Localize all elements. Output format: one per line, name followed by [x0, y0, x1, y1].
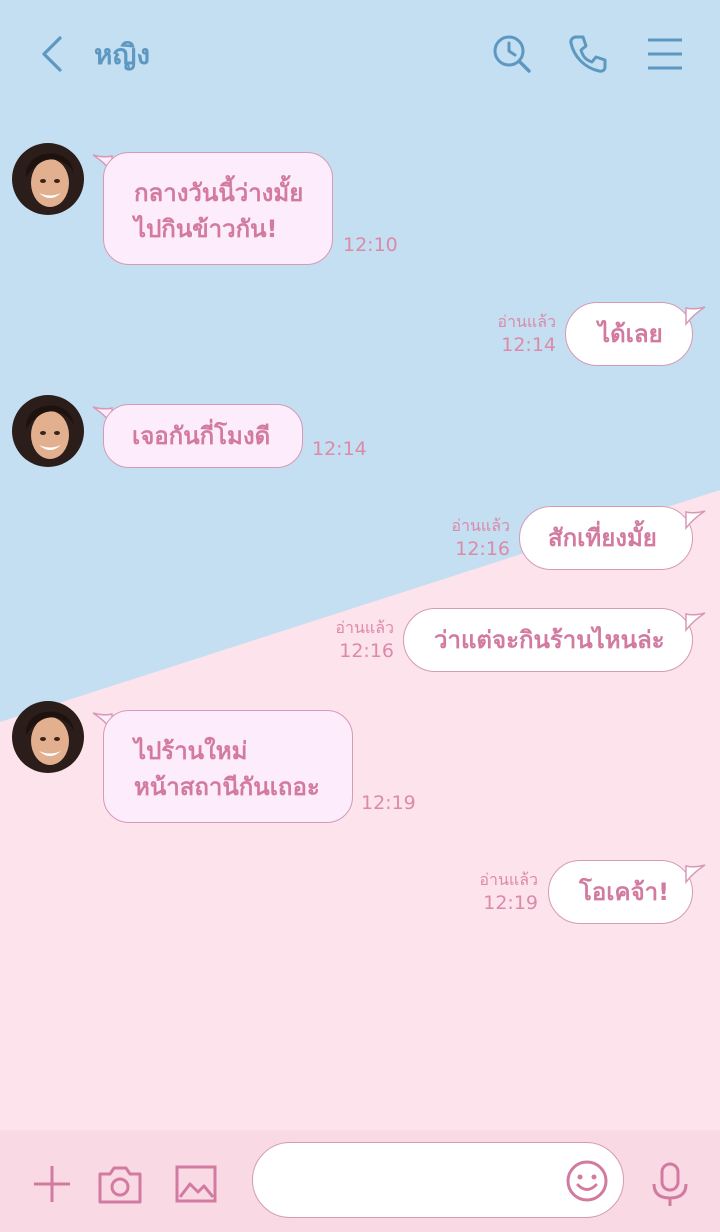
camera-icon[interactable]: [96, 1160, 144, 1208]
image-icon[interactable]: [172, 1160, 220, 1208]
menu-icon[interactable]: [642, 30, 690, 78]
message-text: กลางวันนี้ว่างมั้ย: [134, 179, 304, 207]
phone-icon[interactable]: [564, 30, 612, 78]
message-time: 12:19: [361, 792, 416, 814]
message-text: สักเที่ยงมั้ย: [548, 524, 657, 552]
message-input-field[interactable]: [277, 1161, 557, 1199]
chat-header: หญิง: [0, 0, 720, 108]
read-receipt: อ่านแล้ว: [451, 516, 510, 535]
message-input[interactable]: [252, 1142, 624, 1218]
emoji-icon[interactable]: [565, 1159, 609, 1203]
message-text: โอเคจ้า!: [579, 878, 670, 906]
read-receipt: อ่านแล้ว: [479, 870, 538, 889]
chat-title: หญิง: [94, 38, 150, 71]
read-receipt: อ่านแล้ว: [335, 618, 394, 637]
back-arrow-icon[interactable]: [30, 30, 74, 78]
message-bubble-outgoing[interactable]: สักเที่ยงมั้ย: [519, 506, 693, 570]
message-time: 12:14: [312, 438, 367, 460]
message-time: 12:16: [339, 640, 394, 662]
search-history-icon[interactable]: [488, 30, 536, 78]
message-time: 12:19: [483, 892, 538, 914]
avatar[interactable]: [12, 701, 84, 773]
message-time: 12:14: [501, 334, 556, 356]
microphone-icon[interactable]: [646, 1160, 694, 1208]
message-status: อ่านแล้ว 12:16: [424, 516, 510, 562]
bubble-tail: [685, 612, 706, 632]
message-text: ไปร้านใหม่: [134, 737, 248, 765]
message-bubble-incoming[interactable]: เจอกันกี่โมงดี: [103, 404, 303, 468]
plus-icon[interactable]: [28, 1160, 76, 1208]
message-time: 12:16: [455, 538, 510, 560]
message-text: หน้าสถานีกันเถอะ: [134, 773, 320, 801]
message-status: อ่านแล้ว 12:19: [452, 870, 538, 916]
message-bubble-outgoing[interactable]: ได้เลย: [565, 302, 693, 366]
read-receipt: อ่านแล้ว: [497, 312, 556, 331]
message-status: อ่านแล้ว 12:14: [470, 312, 556, 358]
input-bar: [0, 1130, 720, 1232]
message-status: อ่านแล้ว 12:16: [308, 618, 394, 664]
message-text: ไปกินข้าวกัน!: [134, 215, 278, 243]
message-time: 12:10: [343, 234, 398, 256]
avatar[interactable]: [12, 143, 84, 215]
message-bubble-incoming[interactable]: กลางวันนี้ว่างมั้ย ไปกินข้าวกัน!: [103, 152, 333, 265]
message-bubble-outgoing[interactable]: ว่าแต่จะกินร้านไหนล่ะ: [403, 608, 693, 672]
bubble-tail: [685, 306, 706, 326]
bubble-tail: [685, 864, 706, 884]
bubble-tail: [685, 510, 706, 530]
message-bubble-incoming[interactable]: ไปร้านใหม่ หน้าสถานีกันเถอะ: [103, 710, 353, 823]
message-text: เจอกันกี่โมงดี: [132, 422, 271, 450]
message-bubble-outgoing[interactable]: โอเคจ้า!: [548, 860, 693, 924]
message-text: ว่าแต่จะกินร้านไหนล่ะ: [434, 626, 665, 654]
avatar[interactable]: [12, 395, 84, 467]
message-text: ได้เลย: [598, 320, 663, 348]
